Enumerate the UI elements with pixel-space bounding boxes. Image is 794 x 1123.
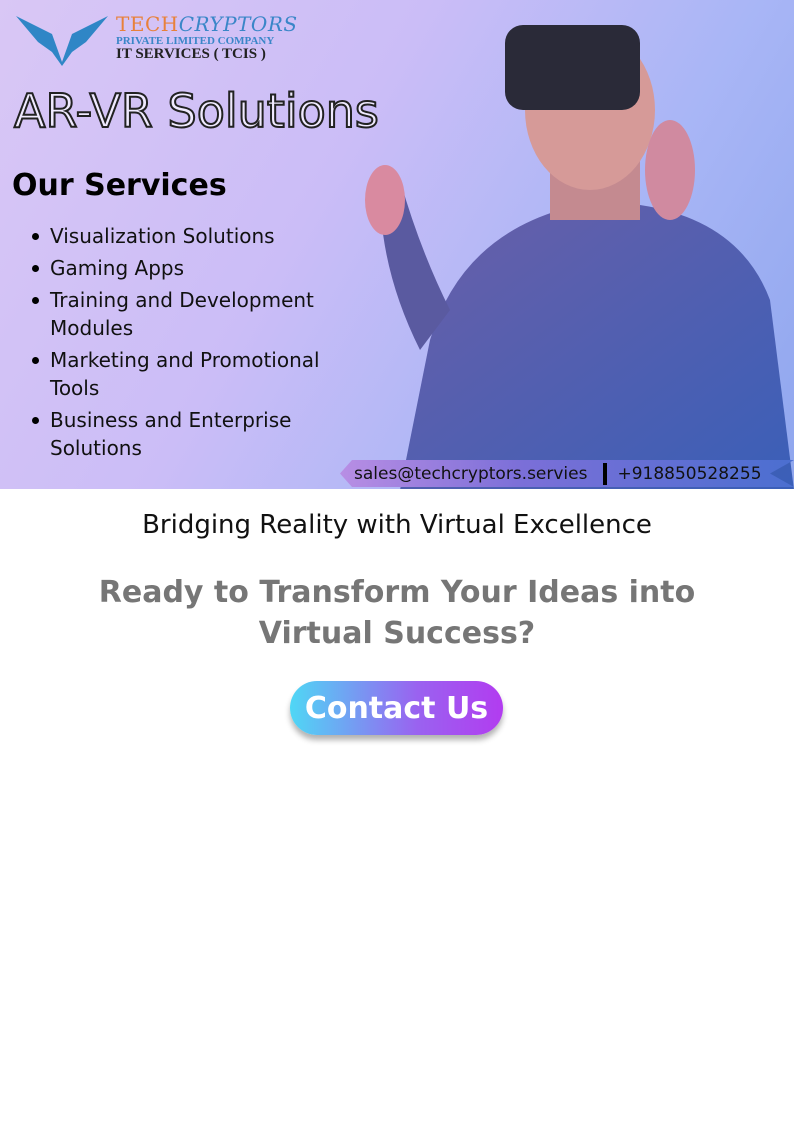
vr-person-image	[365, 25, 794, 489]
services-heading: Our Services	[12, 168, 227, 203]
contact-us-button[interactable]: Contact Us	[290, 681, 503, 735]
services-list: Visualization Solutions Gaming Apps Trai…	[30, 222, 350, 466]
list-item: Visualization Solutions	[30, 222, 350, 250]
list-item: Business and Enterprise Solutions	[30, 406, 350, 462]
logo-tagline: IT SERVICES ( TCIS )	[116, 46, 266, 62]
eagle-logo-icon	[16, 16, 108, 66]
list-item: Training and Development Modules	[30, 286, 350, 342]
contact-ribbon: sales@techcryptors.servies +918850528255	[340, 460, 794, 487]
page-title: AR-VR Solutions	[13, 83, 380, 139]
list-item: Gaming Apps	[30, 254, 350, 282]
list-item: Marketing and Promotional Tools	[30, 346, 350, 402]
email-link[interactable]: sales@techcryptors.servies	[354, 464, 587, 484]
tagline: Bridging Reality with Virtual Excellence	[142, 510, 652, 540]
cta-question: Ready to Transform Your Ideas into Virtu…	[98, 575, 696, 651]
divider	[603, 463, 607, 485]
company-logo: TECHCRYPTORS PRIVATE LIMITED COMPANY IT …	[16, 12, 298, 66]
hero-banner: TECHCRYPTORS PRIVATE LIMITED COMPANY IT …	[0, 0, 794, 489]
brand-name: TECHCRYPTORS	[116, 12, 298, 36]
phone-link[interactable]: +918850528255	[617, 464, 761, 484]
